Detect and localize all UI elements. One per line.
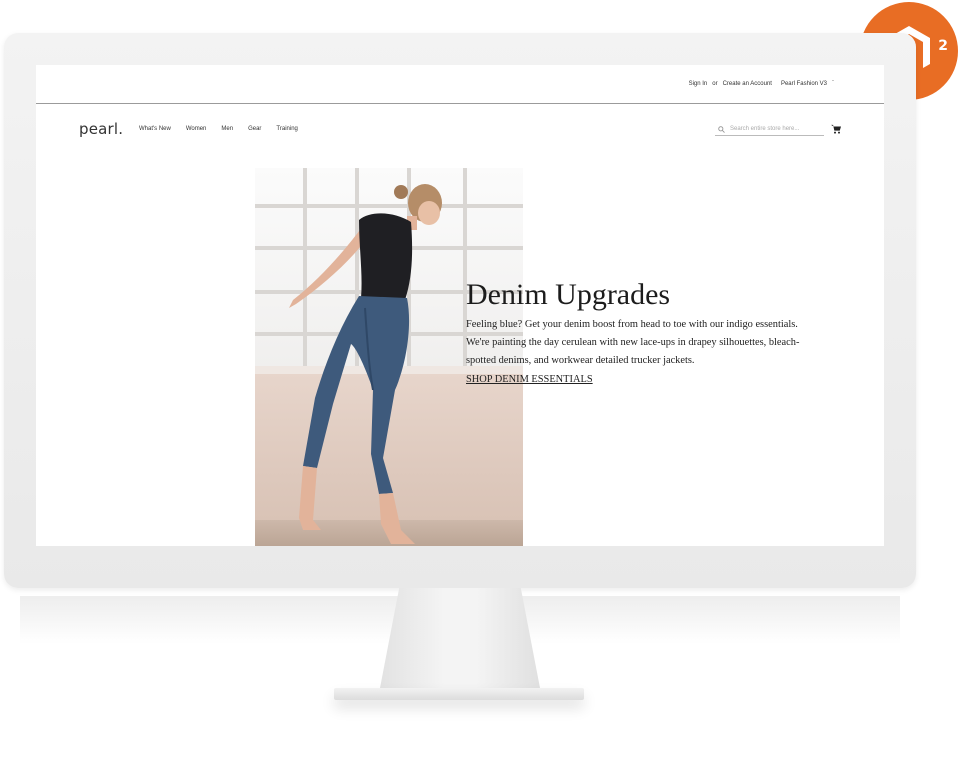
top-bar: Sign In or Create an Account Pearl Fashi…	[36, 65, 884, 104]
search-icon[interactable]	[718, 126, 725, 133]
monitor-stand	[380, 588, 540, 688]
search-input[interactable]: Search entire store here...	[715, 124, 824, 136]
main-nav: What's New Women Men Gear Training	[139, 126, 298, 132]
search-placeholder: Search entire store here...	[730, 126, 800, 132]
monitor-base	[334, 688, 584, 700]
nav-item-women[interactable]: Women	[186, 126, 207, 132]
nav-item-gear[interactable]: Gear	[248, 126, 261, 132]
hero-description: Feeling blue? Get your denim boost from …	[466, 319, 800, 366]
hero-title: Denim Upgrades	[466, 278, 671, 311]
header-links: Sign In or Create an Account Pearl Fashi…	[689, 81, 834, 87]
sign-in-link[interactable]: Sign In	[689, 81, 708, 87]
create-account-link[interactable]: Create an Account	[723, 81, 772, 87]
store-switcher[interactable]: Pearl Fashion V3	[781, 81, 827, 87]
nav-item-whats-new[interactable]: What's New	[139, 126, 171, 132]
nav-item-men[interactable]: Men	[221, 126, 233, 132]
version-number: 2	[938, 38, 948, 54]
chevron-down-icon[interactable]: ˇ	[832, 81, 834, 87]
or-text: or	[712, 81, 718, 87]
store-logo[interactable]: pearl.	[79, 120, 123, 138]
nav-item-training[interactable]: Training	[276, 126, 297, 132]
shop-denim-link[interactable]: SHOP DENIM ESSENTIALS	[466, 374, 593, 385]
cart-icon[interactable]	[831, 124, 841, 134]
store-screen: Sign In or Create an Account Pearl Fashi…	[36, 65, 884, 546]
